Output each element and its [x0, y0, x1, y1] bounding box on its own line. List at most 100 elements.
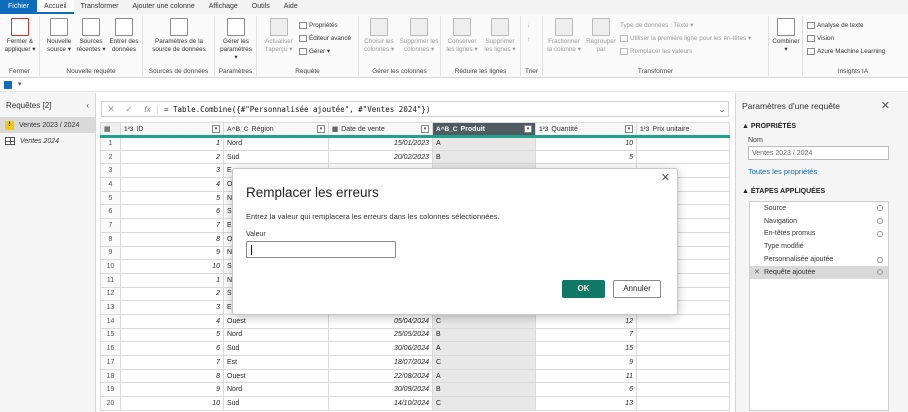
row-number[interactable]: 1 — [100, 136, 121, 151]
filter-dropdown-icon[interactable]: ▾ — [421, 125, 429, 133]
cell-prix[interactable] — [636, 396, 730, 411]
row-number[interactable]: 6 — [100, 204, 121, 220]
column-header[interactable]: A^B_C Produit ▾ — [432, 122, 536, 138]
sort-ascending-button[interactable]: ↓ — [527, 22, 530, 29]
cell-quantite[interactable]: 12 — [535, 313, 637, 329]
type-icon[interactable]: A^B_C — [227, 126, 249, 133]
column-header[interactable]: ▦ Date de vente ▾ — [328, 122, 433, 138]
cell-prix[interactable] — [636, 313, 730, 329]
cell-region[interactable]: Sud — [223, 149, 329, 165]
remove-columns-button[interactable]: Supprimer les colonnes ▾ — [399, 18, 439, 54]
tab-help[interactable]: Aide — [277, 0, 305, 14]
table-row[interactable]: 18 8 Ouest 22/08/2024 A 11 — [100, 368, 730, 384]
row-number[interactable]: 8 — [100, 231, 121, 247]
row-number[interactable]: 16 — [100, 341, 121, 356]
cell-id[interactable]: 6 — [120, 204, 224, 220]
column-header[interactable]: 1²3 Prix unitaire — [636, 122, 730, 138]
tab-add-column[interactable]: Ajouter une colonne — [125, 0, 201, 14]
first-row-headers-button[interactable]: Utiliser la première ligne pour les en-t… — [620, 35, 751, 42]
cell-id[interactable]: 1 — [120, 272, 224, 288]
cell-id[interactable]: 3 — [120, 300, 224, 315]
tab-home[interactable]: Accueil — [37, 0, 74, 14]
cell-id[interactable]: 3 — [120, 163, 224, 179]
row-number[interactable]: 4 — [100, 177, 121, 192]
row-number[interactable]: 2 — [100, 149, 121, 165]
table-row[interactable]: 20 10 Sud 14/10/2024 C 13 — [100, 396, 730, 411]
close-apply-button[interactable]: Fermer & appliquer ▾ — [2, 18, 38, 54]
cell-id[interactable]: 10 — [120, 396, 224, 411]
table-row[interactable]: 1 1 Nord 15/01/2023 A 10 — [100, 136, 730, 151]
type-icon[interactable]: ▦ — [332, 125, 338, 133]
column-header[interactable]: 1²3 ID ▾ — [120, 122, 224, 138]
tab-tools[interactable]: Outils — [245, 0, 277, 14]
query-item[interactable]: Ventes 2024 — [0, 133, 95, 149]
row-number[interactable]: 15 — [100, 327, 121, 343]
tab-transform[interactable]: Transformer — [74, 0, 126, 14]
cell-region[interactable]: Sud — [223, 396, 329, 411]
applied-steps-section-header[interactable]: ▲ ÉTAPES APPLIQUÉES — [742, 188, 825, 195]
cell-date[interactable]: 14/10/2024 — [328, 396, 433, 411]
cell-prix[interactable] — [636, 136, 730, 151]
cell-date[interactable]: 30/06/2024 — [328, 341, 433, 356]
table-row[interactable]: 16 6 Sud 30/06/2024 A 15 — [100, 341, 730, 356]
row-number[interactable]: 11 — [100, 272, 121, 288]
type-icon[interactable]: 1²3 — [124, 126, 133, 133]
all-properties-link[interactable]: Toutes les propriétés — [748, 167, 817, 176]
cell-date[interactable]: 05/04/2024 — [328, 313, 433, 329]
step-item[interactable]: ✕ Requête ajoutée — [750, 265, 888, 279]
table-row[interactable]: 14 4 Ouest 05/04/2024 C 12 — [100, 313, 730, 329]
properties-section-header[interactable]: ▲ PROPRIÉTÉS — [742, 123, 796, 130]
row-number[interactable]: 18 — [100, 368, 121, 384]
manage-button[interactable]: Gérer ▾ — [299, 48, 330, 55]
recent-sources-button[interactable]: Sources récentes ▾ — [76, 18, 106, 54]
cancel-button[interactable]: Annuler — [613, 280, 661, 298]
cell-date[interactable]: 20/02/2023 — [328, 149, 433, 165]
cell-quantite[interactable]: 7 — [535, 327, 637, 343]
group-by-button[interactable]: Regrouper par — [585, 18, 617, 54]
cell-region[interactable]: Nord — [223, 327, 329, 343]
step-item[interactable]: En-têtes promus — [750, 228, 888, 241]
close-icon[interactable]: ✕ — [661, 171, 670, 184]
formula-text[interactable]: = Table.Combine({#"Personnalisée ajoutée… — [158, 105, 716, 114]
table-row[interactable]: 15 5 Nord 25/05/2024 B 7 — [100, 327, 730, 343]
cell-produit[interactable]: B — [432, 327, 536, 343]
cell-prix[interactable] — [636, 341, 730, 356]
cell-id[interactable]: 6 — [120, 341, 224, 356]
cell-id[interactable]: 2 — [120, 286, 224, 302]
cell-quantite[interactable]: 10 — [535, 136, 637, 151]
expand-formula-icon[interactable]: ⌄ — [716, 104, 728, 115]
cell-produit[interactable]: C — [432, 396, 536, 411]
cell-quantite[interactable]: 15 — [535, 341, 637, 356]
cell-date[interactable]: 18/07/2024 — [328, 355, 433, 370]
step-item[interactable]: Navigation — [750, 215, 888, 228]
row-number[interactable]: 9 — [100, 245, 121, 261]
query-name-field[interactable]: Ventes 2023 / 2024 — [748, 146, 889, 160]
cell-region[interactable]: Ouest — [223, 313, 329, 329]
column-header[interactable]: A^B_C Région ▾ — [223, 122, 329, 138]
delete-step-icon[interactable]: ✕ — [754, 268, 760, 276]
cell-id[interactable]: 2 — [120, 149, 224, 165]
type-icon[interactable]: A^B_C — [436, 126, 458, 133]
cancel-formula-icon[interactable]: ✕ — [102, 104, 120, 115]
cell-id[interactable]: 8 — [120, 231, 224, 247]
customize-toolbar-icon[interactable]: ▾ — [18, 80, 22, 88]
cell-id[interactable]: 7 — [120, 355, 224, 370]
split-column-button[interactable]: Fractionner la colonne ▾ — [545, 18, 583, 54]
cell-produit[interactable]: C — [432, 355, 536, 370]
replace-values-button[interactable]: Remplacer les valeurs — [620, 48, 692, 55]
cell-prix[interactable] — [636, 382, 730, 398]
enter-data-button[interactable]: Entrer des données — [108, 18, 140, 54]
row-number[interactable]: 14 — [100, 313, 121, 329]
step-item[interactable]: Source — [750, 202, 888, 215]
gear-icon[interactable] — [877, 205, 883, 212]
gear-icon[interactable] — [877, 269, 883, 276]
row-number[interactable]: 19 — [100, 382, 121, 398]
cell-id[interactable]: 7 — [120, 218, 224, 233]
cell-produit[interactable]: A — [432, 136, 536, 151]
tab-view[interactable]: Affichage — [202, 0, 245, 14]
table-row[interactable]: 2 2 Sud 20/02/2023 B 5 — [100, 149, 730, 165]
cell-date[interactable]: 22/08/2024 — [328, 368, 433, 384]
cell-quantite[interactable]: 5 — [535, 149, 637, 165]
data-type-dropdown[interactable]: Type de données : Texte ▾ — [620, 22, 693, 29]
cell-quantite[interactable]: 13 — [535, 396, 637, 411]
